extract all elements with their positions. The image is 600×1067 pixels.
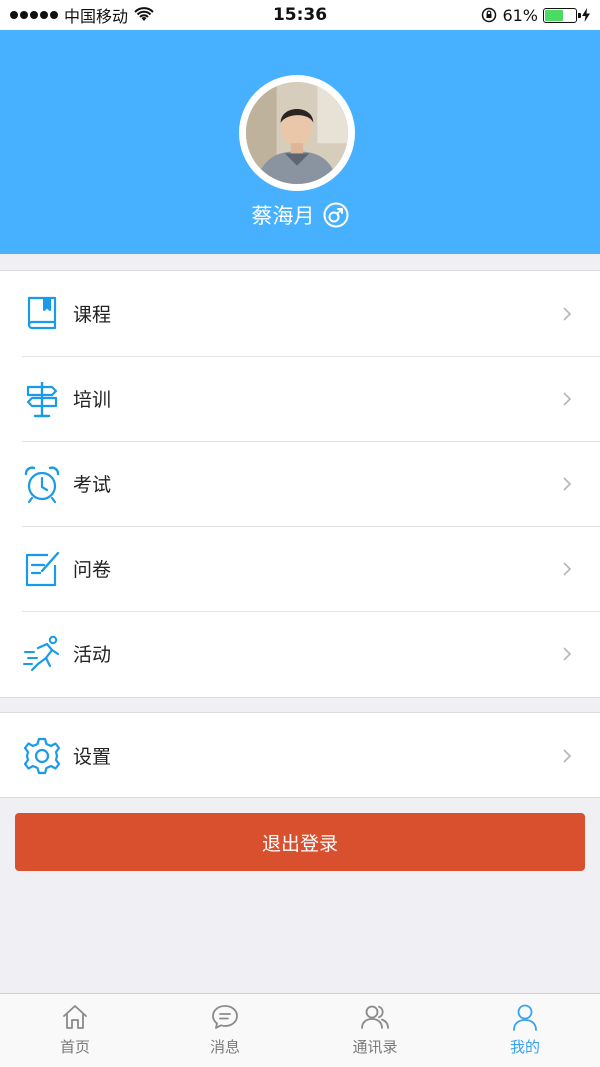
status-time: 15:36 <box>272 5 328 25</box>
avatar[interactable] <box>239 75 355 191</box>
carrier-name: 中国移动 <box>64 7 129 26</box>
chevron-right-icon <box>563 391 572 406</box>
status-left: 中国移动 <box>10 3 210 27</box>
tab-label: 通讯录 <box>352 1038 398 1056</box>
contacts-icon <box>361 1005 389 1029</box>
settings-group: 设置 <box>0 712 600 798</box>
username: 蔡海月 <box>251 204 315 228</box>
alarm-clock-icon <box>22 464 62 504</box>
chevron-right-icon <box>563 646 572 661</box>
menu-item-questionnaires[interactable]: 问卷 <box>0 526 600 611</box>
menu-item-exams[interactable]: 考试 <box>0 441 600 526</box>
menu-item-activities[interactable]: 活动 <box>0 611 600 696</box>
chevron-right-icon <box>563 748 572 763</box>
tab-label: 我的 <box>509 1038 540 1056</box>
tab-messages[interactable]: 消息 <box>150 994 300 1067</box>
menu-item-label: 考试 <box>73 474 112 496</box>
tab-contacts[interactable]: 通讯录 <box>300 994 450 1067</box>
wifi-icon <box>134 7 154 21</box>
tab-label: 消息 <box>209 1038 240 1056</box>
menu-list: 课程 培训 考试 问卷 活动 <box>0 270 600 698</box>
menu-item-courses[interactable]: 课程 <box>0 271 600 356</box>
status-bar: 中国移动 15:36 61% <box>0 0 600 30</box>
chevron-right-icon <box>563 561 572 576</box>
menu-item-settings[interactable]: 设置 <box>0 713 600 798</box>
avatar-photo <box>246 82 348 184</box>
logout-button[interactable]: 退出登录 <box>15 813 585 871</box>
charging-bolt-icon <box>582 8 590 22</box>
tab-me[interactable]: 我的 <box>450 994 600 1067</box>
person-icon <box>513 1004 537 1031</box>
running-person-icon <box>22 634 62 674</box>
tab-bar: 首页 消息 通讯录 我的 <box>0 993 600 1067</box>
chevron-right-icon <box>563 306 572 321</box>
menu-item-label: 问卷 <box>73 559 112 581</box>
battery-percent: 61% <box>502 5 538 25</box>
signpost-icon <box>22 379 62 419</box>
tab-home[interactable]: 首页 <box>0 994 150 1067</box>
orientation-lock-icon <box>482 7 497 23</box>
menu-item-training[interactable]: 培训 <box>0 356 600 441</box>
menu-item-label: 活动 <box>73 644 112 666</box>
chevron-right-icon <box>563 476 572 491</box>
user-info-row: 蔡海月 <box>0 198 600 232</box>
profile-header: 蔡海月 <box>0 30 600 254</box>
male-symbol-icon <box>323 202 348 228</box>
menu-item-label: 设置 <box>73 746 112 768</box>
menu-item-label: 课程 <box>73 304 112 326</box>
battery-icon <box>543 7 581 23</box>
book-icon <box>22 294 62 334</box>
chat-bubble-icon <box>212 1005 238 1029</box>
tab-label: 首页 <box>59 1038 90 1056</box>
menu-item-label: 培训 <box>73 389 112 411</box>
status-right: 61% <box>390 6 590 25</box>
home-icon <box>63 1005 87 1029</box>
gear-icon <box>22 736 62 776</box>
signal-strength-icon <box>10 11 58 19</box>
edit-note-icon <box>22 549 62 589</box>
